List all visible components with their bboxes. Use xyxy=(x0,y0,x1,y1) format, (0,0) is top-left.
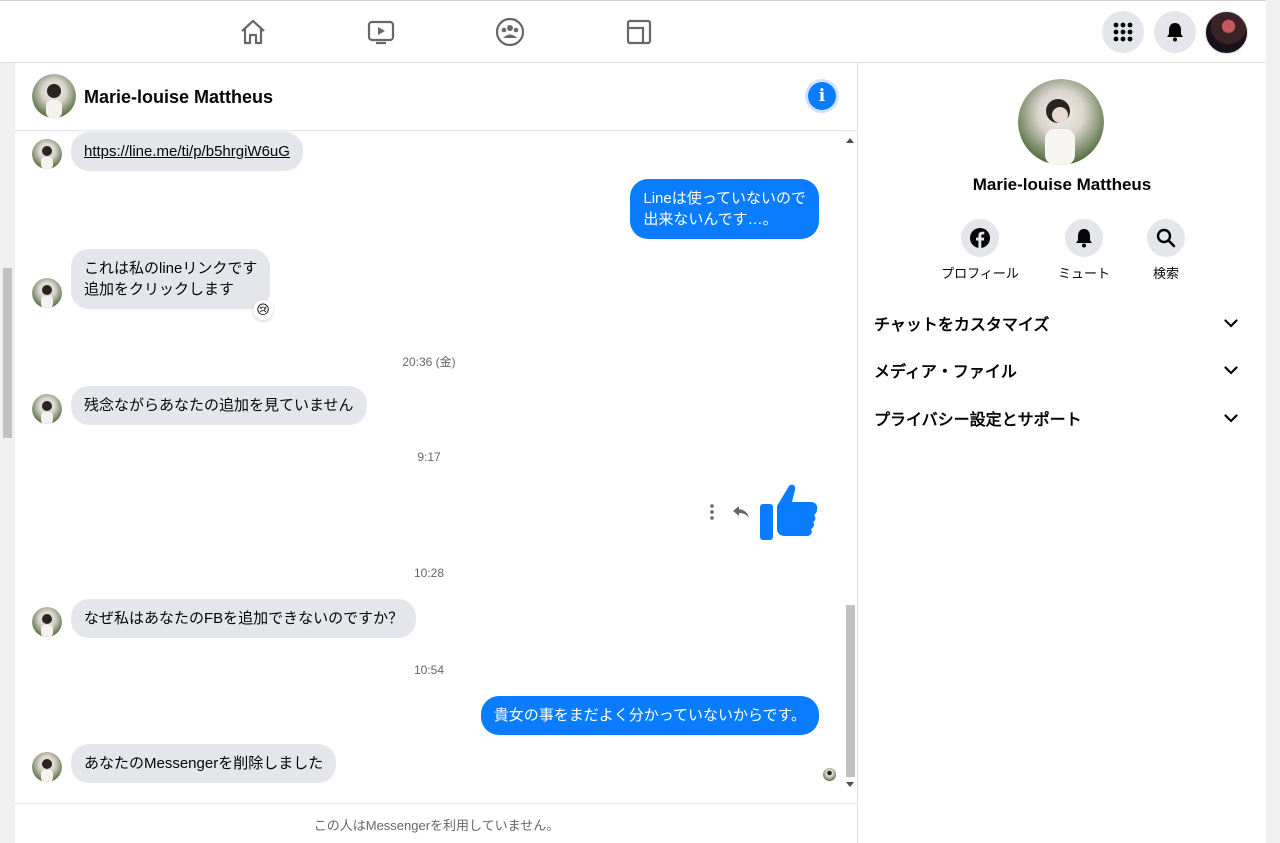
message-bubble-incoming[interactable]: これは私のlineリンクです 追加をクリックします xyxy=(71,249,271,309)
timestamp: 10:28 xyxy=(413,566,445,580)
profile-action-label: プロフィール xyxy=(941,266,1019,281)
conversation-info-panel: Marie-louise Mattheus プロフィール ミュート 検索 チャッ… xyxy=(858,63,1266,843)
notifications-bell-icon[interactable] xyxy=(1154,11,1196,53)
chevron-down-icon xyxy=(1224,318,1238,328)
info-icon[interactable]: i xyxy=(808,82,836,110)
search-icon[interactable] xyxy=(1147,219,1185,257)
section-label: プライバシー設定とサポート xyxy=(874,412,1082,429)
profile-action[interactable]: プロフィール xyxy=(930,219,1030,282)
message-scrollbar[interactable] xyxy=(843,132,857,790)
search-action[interactable]: 検索 xyxy=(1116,219,1216,282)
section-customize-chat[interactable]: チャットをカスタマイズ xyxy=(874,306,1238,340)
contact-name[interactable]: Marie-louise Mattheus xyxy=(84,87,273,108)
message-bubble-outgoing[interactable]: 貴女の事をまだよく分かっていないからです。 xyxy=(480,696,819,735)
conversation-panel: Marie-louise Mattheus i https://line.me/… xyxy=(15,63,858,843)
thumbs-up-icon[interactable] xyxy=(759,482,819,547)
profile-name: Marie-louise Mattheus xyxy=(972,175,1152,194)
section-label: メディア・ファイル xyxy=(874,364,1017,381)
window-scrollbar[interactable] xyxy=(1266,0,1280,843)
top-navigation-bar xyxy=(0,0,1266,63)
home-icon[interactable] xyxy=(236,15,270,49)
reaction-sad-icon[interactable]: 😢 xyxy=(253,300,273,320)
sender-avatar xyxy=(32,139,62,169)
message-bubble-incoming[interactable]: https://line.me/ti/p/b5hrgiW6uG xyxy=(71,132,303,171)
message-bubble-outgoing[interactable]: Lineは使っていないので 出来ないんです…。 xyxy=(630,179,819,239)
scroll-up-arrow[interactable] xyxy=(846,138,854,143)
read-receipt-avatar xyxy=(823,768,836,781)
message-link[interactable]: https://line.me/ti/p/b5hrgiW6uG xyxy=(84,143,290,160)
timestamp: 20:36 (金) xyxy=(402,355,456,369)
profile-avatar[interactable] xyxy=(1018,79,1104,165)
page-scrollbar-thumb[interactable] xyxy=(3,268,12,438)
section-label: チャットをカスタマイズ xyxy=(874,317,1050,334)
search-action-label: 検索 xyxy=(1152,266,1179,281)
section-privacy-support[interactable]: プライバシー設定とサポート xyxy=(874,401,1238,435)
menu-grid-icon[interactable] xyxy=(1102,11,1144,53)
page-scrollbar[interactable] xyxy=(0,63,15,843)
sender-avatar xyxy=(32,607,62,637)
unavailable-notice: この人はMessengerを利用していません。 xyxy=(15,803,858,843)
gaming-icon[interactable] xyxy=(622,15,656,49)
message-bubble-incoming[interactable]: あなたのMessengerを削除しました xyxy=(71,744,337,783)
groups-icon[interactable] xyxy=(493,15,527,49)
timestamp: 10:54 xyxy=(413,663,445,677)
timestamp: 9:17 xyxy=(417,450,441,464)
bell-icon[interactable] xyxy=(1065,219,1103,257)
sender-avatar xyxy=(32,752,62,782)
sender-avatar xyxy=(32,394,62,424)
message-bubble-incoming[interactable]: なぜ私はあなたのFBを追加できないのですか？ xyxy=(71,599,417,638)
facebook-icon[interactable] xyxy=(961,219,999,257)
watch-icon[interactable] xyxy=(364,15,398,49)
more-options-icon[interactable] xyxy=(709,504,715,525)
scroll-down-arrow[interactable] xyxy=(846,782,854,787)
conversation-header: Marie-louise Mattheus i xyxy=(15,63,858,131)
message-scrollbar-thumb[interactable] xyxy=(846,605,855,777)
sender-avatar xyxy=(32,278,62,308)
user-account-avatar[interactable] xyxy=(1205,11,1248,54)
chevron-down-icon xyxy=(1224,413,1238,423)
chevron-down-icon xyxy=(1224,365,1238,375)
reply-icon[interactable] xyxy=(731,504,751,525)
contact-avatar[interactable] xyxy=(32,74,76,118)
message-bubble-incoming[interactable]: 残念ながらあなたの追加を見ていません xyxy=(71,386,367,425)
message-list: https://line.me/ti/p/b5hrgiW6uG Lineは使って… xyxy=(15,132,843,802)
section-media-files[interactable]: メディア・ファイル xyxy=(874,353,1238,387)
